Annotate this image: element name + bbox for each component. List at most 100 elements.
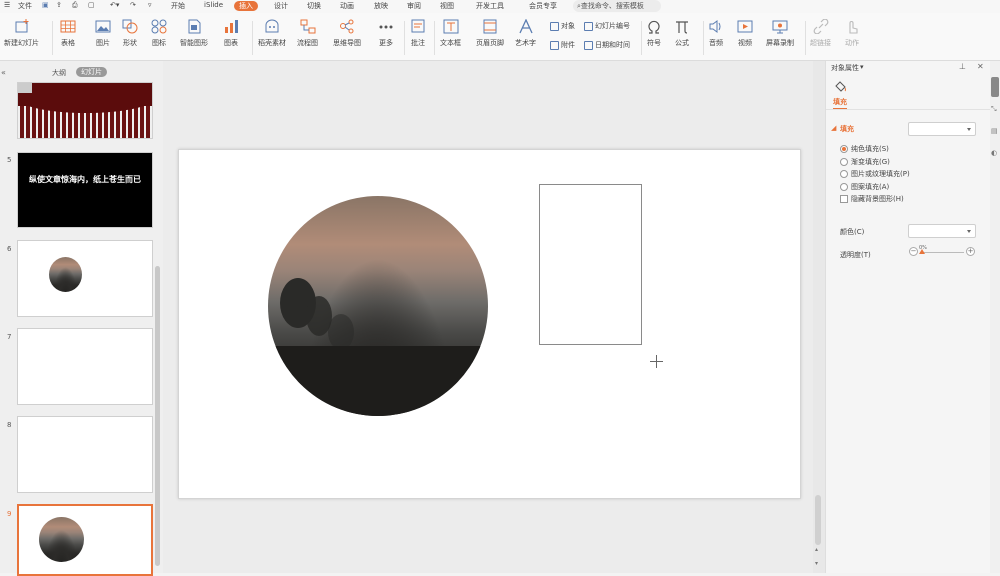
slide-canvas[interactable] xyxy=(178,149,801,499)
checkbox[interactable] xyxy=(840,195,848,203)
screen-record-button[interactable]: 屏幕录制 xyxy=(766,19,794,48)
attachment-button[interactable]: 附件 xyxy=(550,40,575,50)
close-icon[interactable]: ✕ xyxy=(977,62,984,71)
textbox-button[interactable]: 文本框 xyxy=(440,19,461,48)
radio-button[interactable] xyxy=(840,183,848,191)
omega-symbol-icon xyxy=(648,20,660,34)
object-button[interactable]: 对象 xyxy=(550,21,575,31)
mindmap-button[interactable]: 思维导图 xyxy=(333,19,361,48)
formula-button[interactable]: 公式 xyxy=(674,19,690,48)
more-button[interactable]: 更多 xyxy=(378,19,394,48)
tab-insert[interactable]: 插入 xyxy=(234,1,258,11)
link-icon xyxy=(813,19,828,34)
radio-picture-fill[interactable]: 图片或纹理填充(P) xyxy=(840,169,910,179)
icon-button[interactable]: 图标 xyxy=(151,19,167,48)
color-dropdown[interactable] xyxy=(908,224,976,238)
radio-pattern-fill[interactable]: 图案填充(A) xyxy=(840,182,889,192)
transparency-slider-handle[interactable] xyxy=(919,249,925,254)
symbol-button[interactable]: 符号 xyxy=(646,19,662,48)
side-tool-active[interactable] xyxy=(991,77,999,97)
comment-button[interactable]: 批注 xyxy=(410,19,426,48)
more-icon xyxy=(379,25,393,29)
tab-slideshow[interactable]: 放映 xyxy=(374,1,388,11)
radio-solid-fill[interactable]: 纯色填充(S) xyxy=(840,144,889,154)
hide-background-checkbox[interactable]: 隐藏背景图形(H) xyxy=(840,194,904,204)
transparency-slider-track[interactable] xyxy=(920,252,964,253)
tab-home[interactable]: 开始 xyxy=(171,1,185,11)
panel-scrollbar[interactable] xyxy=(155,266,160,566)
save-icon[interactable]: ▣ xyxy=(42,1,49,9)
slide-thumbnail-8[interactable] xyxy=(17,416,153,493)
tree-silhouette xyxy=(328,314,354,350)
menu-icon[interactable]: ☰ xyxy=(4,1,10,9)
plus-icon[interactable]: + xyxy=(966,247,975,256)
tab-slides[interactable]: 幻灯片 xyxy=(76,67,107,77)
side-toolbar: ⤡ ▤ ◐ xyxy=(990,61,1000,573)
tab-developer[interactable]: 开发工具 xyxy=(476,1,504,11)
tab-islide[interactable]: iSlide xyxy=(204,1,223,9)
video-button[interactable]: 视频 xyxy=(737,19,753,48)
menu-file[interactable]: 文件 xyxy=(18,1,32,11)
chart-button[interactable]: 图表 xyxy=(223,19,239,48)
slide-number: 9 xyxy=(7,510,12,518)
side-tool-icon[interactable]: ⤡ xyxy=(991,105,997,114)
fill-preset-dropdown[interactable] xyxy=(908,122,976,136)
pane-title-dropdown-icon[interactable]: ▾ xyxy=(860,63,864,71)
quick-access-dropdown-icon[interactable]: ▿ xyxy=(148,1,152,9)
print-icon[interactable]: ⎙ xyxy=(72,1,78,10)
tab-review[interactable]: 审阅 xyxy=(407,1,421,11)
header-footer-button[interactable]: 页眉页脚 xyxy=(476,19,504,48)
tab-outline[interactable]: 大纲 xyxy=(52,68,66,78)
tab-design[interactable]: 设计 xyxy=(274,1,288,11)
undo-icon[interactable]: ↶▾ xyxy=(110,1,119,9)
more-label: 更多 xyxy=(379,39,393,47)
side-tool-icon[interactable]: ◐ xyxy=(991,149,997,157)
collapse-triangle-icon[interactable]: ◢ xyxy=(831,124,836,132)
textbox-label: 文本框 xyxy=(440,39,461,47)
audio-button[interactable]: 音频 xyxy=(708,19,724,48)
new-slide-button[interactable]: 新建幻灯片 xyxy=(4,19,39,48)
fill-bucket-icon[interactable] xyxy=(834,80,847,92)
redo-icon[interactable]: ↷ xyxy=(130,1,136,9)
search-box[interactable]: ⌕查找命令、搜索模板 xyxy=(573,0,661,12)
wordart-button[interactable]: 艺术字 xyxy=(515,19,536,48)
picture-button[interactable]: 图片 xyxy=(95,19,111,48)
scroll-up-icon[interactable]: ▴ xyxy=(815,546,818,553)
slide-thumbnail-9-selected[interactable] xyxy=(17,504,153,576)
collapse-panel-icon[interactable]: « xyxy=(1,68,6,77)
smartart-button[interactable]: 智能图形 xyxy=(180,19,208,48)
smartart-icon xyxy=(188,19,201,34)
icon-label: 图标 xyxy=(152,39,166,47)
radio-button[interactable] xyxy=(840,170,848,178)
slide-number-button[interactable]: 幻灯片编号 xyxy=(584,21,630,31)
rectangle-shape[interactable] xyxy=(539,184,642,345)
pane-title: 对象属性 xyxy=(831,64,859,72)
tab-view[interactable]: 视图 xyxy=(440,1,454,11)
canvas-scrollbar[interactable] xyxy=(815,495,821,545)
preview-icon[interactable]: ▢ xyxy=(88,1,95,9)
shape-button[interactable]: 形状 xyxy=(122,19,138,48)
radio-gradient-fill[interactable]: 渐变填充(G) xyxy=(840,157,890,167)
tab-transition[interactable]: 切换 xyxy=(307,1,321,11)
pin-icon[interactable]: ⊥ xyxy=(959,62,966,71)
tab-animation[interactable]: 动画 xyxy=(340,1,354,11)
comment-icon xyxy=(411,19,425,33)
table-button[interactable]: 表格 xyxy=(60,19,76,48)
circle-cropped-photo[interactable] xyxy=(268,196,488,416)
flowchart-button[interactable]: 流程图 xyxy=(297,19,318,48)
menu-bar: ☰ 文件 ▣ ⇪ ⎙ ▢ ↶▾ ↷ ▿ 开始 iSlide 插入 设计 切换 动… xyxy=(0,0,1000,13)
export-icon[interactable]: ⇪ xyxy=(56,1,62,9)
slide-thumbnail-5[interactable]: 纵使文章惊海内，纸上苍生而已 xyxy=(17,152,153,228)
scroll-down-icon[interactable]: ▾ xyxy=(815,560,818,567)
slide-thumbnail-4[interactable] xyxy=(17,82,153,139)
radio-button[interactable] xyxy=(840,145,848,153)
divider xyxy=(404,21,405,55)
radio-button[interactable] xyxy=(840,158,848,166)
side-tool-icon[interactable]: ▤ xyxy=(991,127,998,135)
minus-icon[interactable]: − xyxy=(909,247,918,256)
datetime-button[interactable]: 日期和时间 xyxy=(584,40,630,50)
slide-thumbnail-7[interactable] xyxy=(17,328,153,405)
slide-thumbnail-6[interactable] xyxy=(17,240,153,317)
tab-member[interactable]: 会员专享 xyxy=(529,1,557,11)
material-button[interactable]: 稻壳素材 xyxy=(258,19,286,48)
